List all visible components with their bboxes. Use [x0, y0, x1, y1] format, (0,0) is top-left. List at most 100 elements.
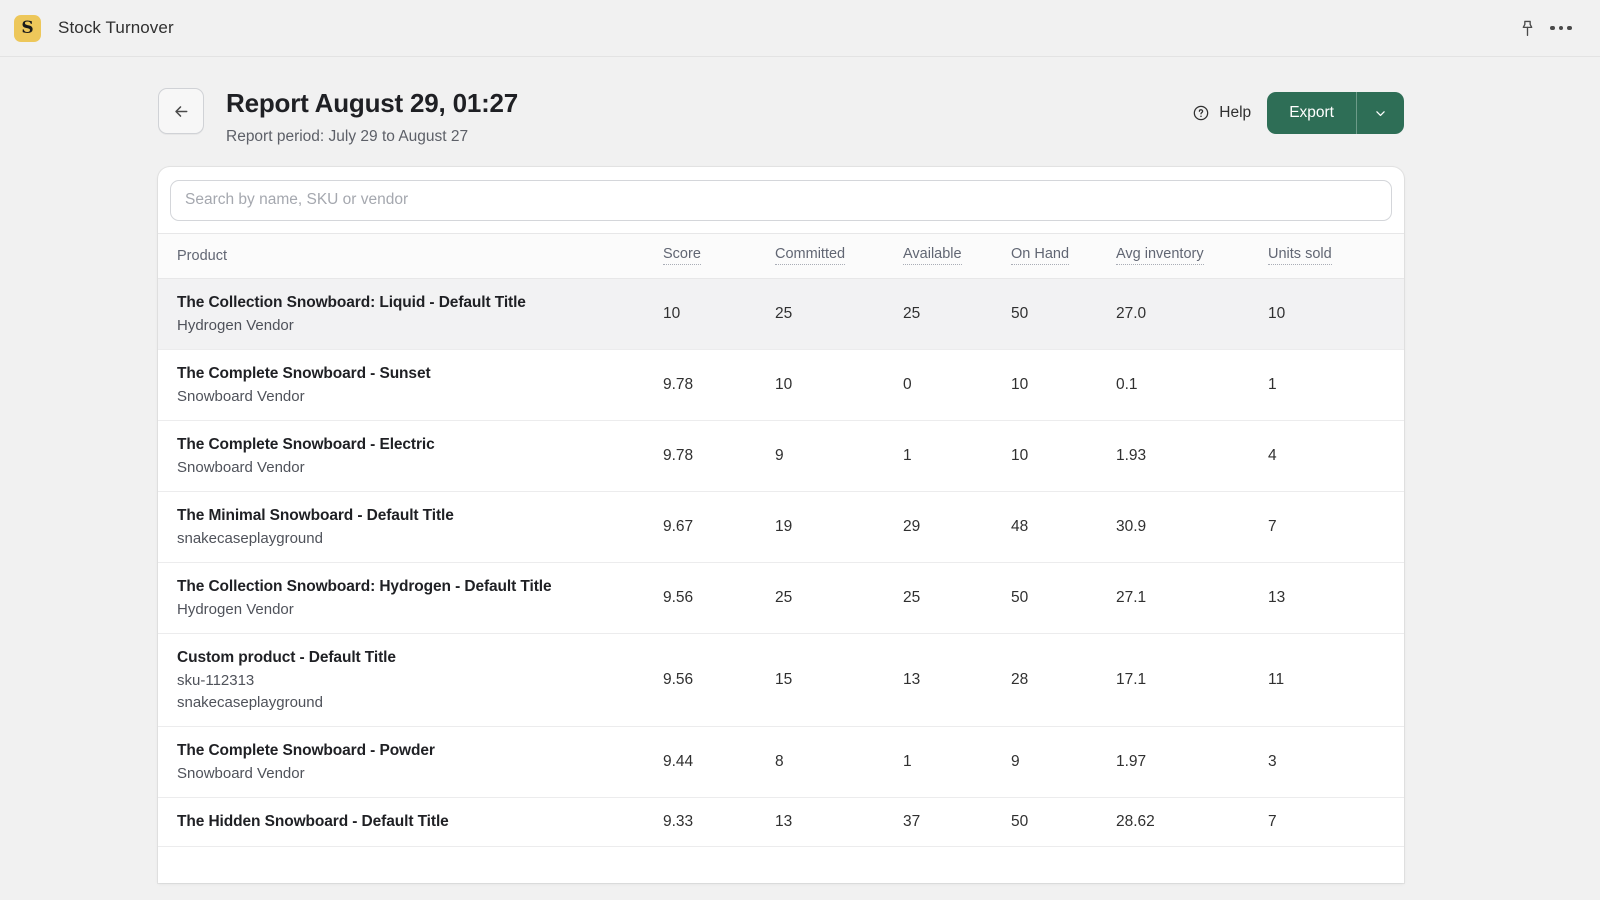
cell-avg-inventory: 0.1: [1116, 349, 1268, 421]
product-sku: sku-112313: [177, 671, 255, 689]
cell-units-sold: 10: [1268, 278, 1404, 350]
column-header-on-hand[interactable]: On Hand: [1011, 232, 1116, 279]
product-name: The Complete Snowboard - Electric: [177, 435, 435, 453]
product-vendor: Hydrogen Vendor: [177, 600, 294, 618]
cell-score: 9.33: [663, 797, 775, 847]
cell-committed: 15: [775, 633, 903, 727]
export-button[interactable]: Export: [1267, 92, 1356, 134]
product-vendor: Snowboard Vendor: [177, 764, 305, 782]
header-actions: Help Export: [1188, 85, 1404, 134]
cell-product: The Hidden Snowboard - Default Title: [158, 797, 663, 847]
table-row[interactable]: The Complete Snowboard - Sunset Snowboard…: [158, 349, 1404, 421]
cell-on-hand: 50: [1011, 562, 1116, 634]
cell-avg-inventory: 17.1: [1116, 633, 1268, 727]
table-row[interactable]: The Collection Snowboard: Liquid - Defau…: [158, 278, 1404, 350]
cell-avg-inventory: 28.62: [1116, 797, 1268, 847]
cell-score: 9.56: [663, 562, 775, 634]
table-row[interactable]: The Hidden Snowboard - Default Title 9.33…: [158, 797, 1404, 847]
cell-on-hand: 10: [1011, 420, 1116, 492]
cell-available: 37: [903, 797, 1011, 847]
app-title: Stock Turnover: [58, 18, 174, 37]
cell-on-hand: 28: [1011, 633, 1116, 727]
cell-committed: 19: [775, 491, 903, 563]
cell-score: 9.78: [663, 349, 775, 421]
cell-on-hand: 50: [1011, 278, 1116, 350]
export-button-group: Export: [1267, 92, 1404, 134]
cell-product: The Minimal Snowboard - Default Title sna…: [158, 491, 663, 563]
app-bar: S Stock Turnover: [0, 0, 1600, 57]
cell-score: 9.44: [663, 726, 775, 798]
chevron-down-icon: [1373, 106, 1388, 121]
product-name: The Collection Snowboard: Liquid - Defau…: [177, 293, 526, 311]
back-button[interactable]: [158, 88, 204, 134]
table-row[interactable]: The Collection Snowboard: Hydrogen - Def…: [158, 562, 1404, 634]
products-table: Product Score Committed Available On Han…: [158, 232, 1404, 847]
product-vendor: Snowboard Vendor: [177, 458, 305, 476]
column-header-avg-inventory[interactable]: Avg inventory: [1116, 232, 1268, 279]
cell-available: 13: [903, 633, 1011, 727]
help-button[interactable]: Help: [1188, 98, 1267, 128]
table-row[interactable]: Custom product - Default Title sku-112313…: [158, 633, 1404, 727]
table-header-row: Product Score Committed Available On Han…: [158, 232, 1404, 279]
column-header-available[interactable]: Available: [903, 232, 1011, 279]
app-icon: S: [14, 14, 41, 42]
product-vendor: snakecaseplayground: [177, 529, 323, 547]
pin-icon[interactable]: [1510, 11, 1544, 45]
cell-on-hand: 48: [1011, 491, 1116, 563]
cell-avg-inventory: 27.1: [1116, 562, 1268, 634]
cell-product: The Collection Snowboard: Liquid - Defau…: [158, 278, 663, 350]
cell-units-sold: 3: [1268, 726, 1404, 798]
cell-available: 0: [903, 349, 1011, 421]
cell-avg-inventory: 1.97: [1116, 726, 1268, 798]
product-name: The Collection Snowboard: Hydrogen - Def…: [177, 577, 552, 595]
product-name: The Hidden Snowboard - Default Title: [177, 812, 449, 830]
table-header: Product Score Committed Available On Han…: [158, 232, 1404, 279]
cell-committed: 13: [775, 797, 903, 847]
cell-available: 25: [903, 278, 1011, 350]
table-row[interactable]: The Complete Snowboard - Electric Snowboa…: [158, 420, 1404, 492]
table-body: The Collection Snowboard: Liquid - Defau…: [158, 278, 1404, 847]
column-header-product[interactable]: Product: [158, 232, 663, 279]
column-header-committed[interactable]: Committed: [775, 232, 903, 279]
table-row[interactable]: The Minimal Snowboard - Default Title sna…: [158, 491, 1404, 563]
table-row[interactable]: The Complete Snowboard - Powder Snowboard…: [158, 726, 1404, 798]
cell-available: 1: [903, 726, 1011, 798]
cell-score: 9.78: [663, 420, 775, 492]
report-card: Product Score Committed Available On Han…: [158, 166, 1404, 883]
page-title: Report August 29, 01:27: [226, 88, 519, 118]
cell-avg-inventory: 27.0: [1116, 278, 1268, 350]
cell-committed: 25: [775, 562, 903, 634]
cell-avg-inventory: 1.93: [1116, 420, 1268, 492]
search-input[interactable]: [170, 179, 1392, 221]
help-label: Help: [1219, 104, 1252, 121]
question-circle-icon: [1192, 104, 1210, 122]
report-period: Report period: July 29 to August 27: [226, 127, 469, 145]
product-name: The Minimal Snowboard - Default Title: [177, 506, 454, 524]
cell-avg-inventory: 30.9: [1116, 491, 1268, 563]
cell-product: The Complete Snowboard - Powder Snowboard…: [158, 726, 663, 798]
cell-committed: 9: [775, 420, 903, 492]
cell-committed: 8: [775, 726, 903, 798]
cell-units-sold: 7: [1268, 491, 1404, 563]
cell-on-hand: 9: [1011, 726, 1116, 798]
product-name: The Complete Snowboard - Powder: [177, 741, 435, 759]
cell-units-sold: 1: [1268, 349, 1404, 421]
cell-product: The Complete Snowboard - Sunset Snowboard…: [158, 349, 663, 421]
page-header: Report August 29, 01:27 Report period: J…: [0, 57, 1600, 146]
cell-score: 10: [663, 278, 775, 350]
cell-on-hand: 10: [1011, 349, 1116, 421]
cell-units-sold: 13: [1268, 562, 1404, 634]
cell-on-hand: 50: [1011, 797, 1116, 847]
cell-units-sold: 4: [1268, 420, 1404, 492]
product-vendor: snakecaseplayground: [177, 693, 323, 711]
cell-product: The Complete Snowboard - Electric Snowboa…: [158, 420, 663, 492]
cell-available: 29: [903, 491, 1011, 563]
export-dropdown-button[interactable]: [1356, 92, 1404, 134]
cell-score: 9.67: [663, 491, 775, 563]
more-horizontal-icon[interactable]: [1544, 11, 1578, 45]
column-header-units-sold[interactable]: Units sold: [1268, 232, 1404, 279]
product-name: Custom product - Default Title: [177, 648, 396, 666]
cell-product: Custom product - Default Title sku-112313…: [158, 633, 663, 727]
column-header-score[interactable]: Score: [663, 232, 775, 279]
search-bar: [158, 167, 1404, 233]
